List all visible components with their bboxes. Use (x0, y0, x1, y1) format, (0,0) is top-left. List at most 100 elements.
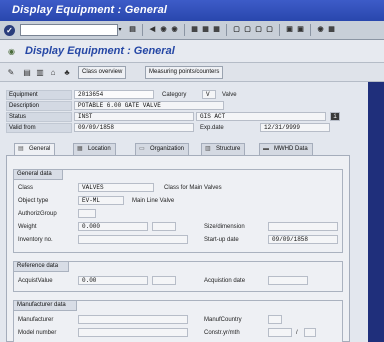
first-page-icon[interactable]: ▢ (232, 24, 241, 36)
command-field[interactable] (20, 24, 118, 36)
general-tab-icon: ▤ (18, 146, 24, 152)
toolbar-separator (142, 24, 143, 36)
tab-location[interactable]: ▦ Location (73, 143, 116, 155)
exit-icon[interactable]: ◉ (159, 24, 168, 36)
startup-date-field[interactable]: 09/09/1858 (268, 235, 338, 244)
tab-label: Structure (216, 146, 241, 152)
acquis-value-field[interactable]: 0.00 (78, 276, 148, 285)
application-header: ◉ Display Equipment : General (0, 40, 384, 63)
manuf-country-label: ManufCountry (204, 317, 242, 323)
toolbar-separator (310, 24, 311, 36)
equipment-field[interactable]: 2013654 (74, 90, 154, 99)
next-page-icon[interactable]: ▢ (254, 24, 263, 36)
equipment-label: Equipment (6, 90, 72, 100)
constr-separator: / (296, 330, 298, 336)
manufacturer-field[interactable] (78, 315, 188, 324)
command-history-dropdown-icon[interactable]: ▾ (116, 24, 124, 36)
group-title: Manufacturer data (13, 300, 77, 311)
status-label: Status (6, 112, 72, 122)
layout-icon[interactable]: ▦ (327, 24, 336, 36)
system-toolbar-icons: ▤ ◀ ◉ ◉ ▦ ▦ ▦ ▢ ▢ ▢ ▢ ▣ ▣ ◉ ▦ (128, 24, 336, 37)
model-number-field[interactable] (78, 328, 188, 337)
measuring-points-button[interactable]: Measuring points/counters (145, 66, 224, 79)
print-icon[interactable]: ▦ (190, 24, 199, 36)
structure-tab-icon: ▥ (205, 146, 211, 152)
group-title: Reference data (13, 261, 70, 272)
class-field[interactable]: VALVES (78, 183, 154, 192)
help-icon[interactable]: ◉ (316, 24, 325, 36)
valid-from-field[interactable]: 09/09/1858 (74, 123, 194, 132)
window-title: Display Equipment : General (0, 0, 384, 21)
object-type-field[interactable]: EV-ML (78, 196, 124, 205)
class-description: Class for Main Valves (164, 185, 222, 191)
find-icon[interactable]: ▦ (201, 24, 210, 36)
general-data-group: General data Class VALVES Class for Main… (13, 169, 343, 253)
auth-group-field[interactable] (78, 209, 96, 218)
organization-tab-icon: ▭ (139, 146, 145, 152)
prev-page-icon[interactable]: ▢ (243, 24, 252, 36)
manuf-country-field[interactable] (268, 315, 282, 324)
category-label: Category (162, 92, 187, 98)
acquis-date-field[interactable] (268, 276, 308, 285)
shortcut-icon[interactable]: ▣ (296, 24, 305, 36)
manufacturer-label: Manufacturer (18, 317, 54, 323)
tab-label: General (29, 146, 51, 152)
inventory-no-field[interactable] (78, 235, 188, 244)
find-next-icon[interactable]: ▦ (212, 24, 221, 36)
structure-icon[interactable]: ▥ (35, 67, 45, 78)
description-field[interactable]: POTABLE 6.00 GATE VALVE (74, 101, 224, 110)
tab-panel-general: General data Class VALVES Class for Main… (6, 155, 350, 342)
tab-structure[interactable]: ▥ Structure (201, 143, 246, 155)
constr-month-field[interactable] (304, 328, 316, 337)
location-tab-icon: ▦ (77, 146, 83, 152)
size-dimension-field[interactable] (268, 222, 338, 231)
weight-label: Weight (18, 224, 37, 230)
acquis-currency-field[interactable] (152, 276, 176, 285)
cancel-icon[interactable]: ◉ (170, 24, 179, 36)
acquis-date-label: Acquistion date (204, 278, 246, 284)
new-session-icon[interactable]: ▣ (285, 24, 294, 36)
class-overview-button[interactable]: Class overview (78, 66, 127, 79)
enter-icon[interactable]: ✓ (4, 25, 15, 36)
status-info-icon[interactable]: i (330, 112, 340, 121)
model-number-label: Model number (18, 330, 57, 336)
display-icon[interactable]: ▤ (22, 67, 32, 78)
page-title: Display Equipment : General (25, 45, 175, 57)
exp-date-field[interactable]: 12/31/9999 (260, 123, 330, 132)
constr-yr-mth-label: Constr.yr/mth (204, 330, 240, 336)
reference-data-group: Reference data AcquistValue 0.00 Acquist… (13, 261, 343, 292)
category-text: Valve (222, 92, 237, 98)
inventory-no-label: Inventory no. (18, 237, 53, 243)
user-status-field[interactable]: GIS ACT (196, 112, 326, 121)
startup-date-label: Start-up date (204, 237, 239, 243)
home-icon[interactable]: ⌂ (48, 67, 58, 78)
sap-tree-icon: ◉ (8, 47, 15, 56)
group-title: General data (13, 169, 63, 180)
tab-label: Organization (150, 146, 185, 152)
toolbar-separator (279, 24, 280, 36)
edit-icon[interactable]: ✎ (6, 67, 16, 78)
tab-organization[interactable]: ▭ Organization (135, 143, 190, 155)
auth-group-label: AuthorizGroup (18, 211, 57, 217)
weight-field[interactable]: 0.000 (78, 222, 148, 231)
class-label: Class (18, 185, 34, 191)
sap-window: Display Equipment : General ✓ ▾ ▤ ◀ ◉ ◉ … (0, 0, 384, 342)
weight-unit-field[interactable] (152, 222, 176, 231)
valid-from-label: Valid from (6, 123, 72, 133)
tab-general[interactable]: ▤ General (14, 143, 56, 155)
status-field[interactable]: INST (74, 112, 194, 121)
hierarchy-icon[interactable]: ♣ (62, 67, 72, 78)
last-page-icon[interactable]: ▢ (265, 24, 274, 36)
system-toolbar: ✓ ▾ ▤ ◀ ◉ ◉ ▦ ▦ ▦ ▢ ▢ ▢ ▢ ▣ ▣ ◉ ▦ (0, 21, 384, 40)
toolbar-separator (184, 24, 185, 36)
acquis-value-label: AcquistValue (18, 278, 53, 284)
tab-mwhd-data[interactable]: ▬ MWHD Data (259, 143, 313, 155)
application-toolbar: ✎ ▤ ▥ ⌂ ♣ Class overview Measuring point… (0, 63, 384, 82)
size-dimension-label: Size/dimension (204, 224, 245, 230)
constr-year-field[interactable] (268, 328, 292, 337)
save-icon[interactable]: ▤ (128, 24, 137, 36)
category-field[interactable]: V (202, 90, 216, 99)
manufacturer-data-group: Manufacturer data Manufacturer ManufCoun… (13, 300, 343, 342)
back-icon[interactable]: ◀ (148, 24, 157, 36)
object-type-label: Object type (18, 198, 49, 204)
